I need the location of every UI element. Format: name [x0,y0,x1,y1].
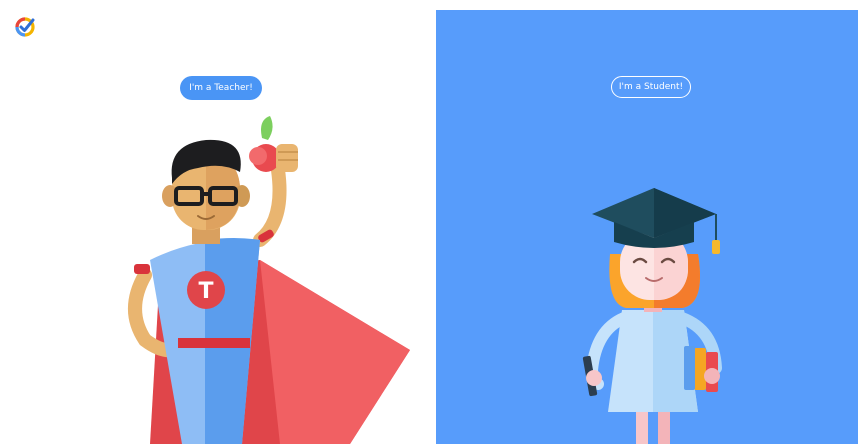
checkmark-circle-logo-icon[interactable] [14,16,36,38]
student-panel[interactable]: I'm a Student! [436,10,858,444]
superhero-teacher-illustration[interactable]: T [110,110,420,444]
role-selection-page: I'm a Teacher! T I'm a Student! [0,0,858,444]
teacher-button[interactable]: I'm a Teacher! [180,76,262,100]
teacher-panel[interactable]: I'm a Teacher! T [0,0,436,444]
student-button[interactable]: I'm a Student! [611,76,691,98]
svg-text:T: T [198,279,213,304]
graduate-student-illustration[interactable] [566,180,746,444]
